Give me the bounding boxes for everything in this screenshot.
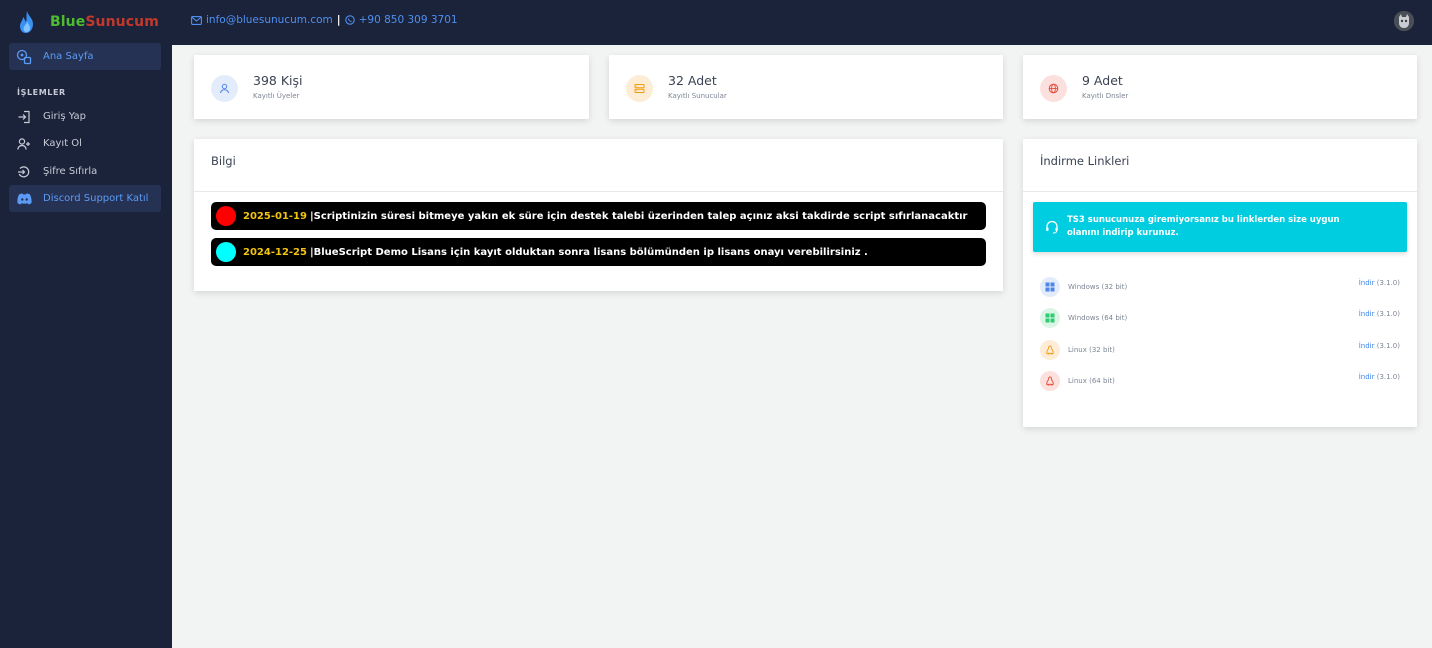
sidebar-item-label: Kayıt Ol xyxy=(43,138,82,149)
whatsapp-icon xyxy=(344,15,355,25)
notice-text: |BlueScript Demo Lisans için kayıt olduk… xyxy=(309,246,868,258)
stat-label: Kayıtlı Sunucular xyxy=(668,92,727,100)
sidebar-item-label: Giriş Yap xyxy=(43,111,87,122)
status-dot-red xyxy=(216,206,236,226)
notice-item: 2025-01-19 |Scriptinizin süresi bitmeye … xyxy=(211,202,986,230)
avatar-icon xyxy=(1394,11,1414,31)
email-link[interactable]: info@bluesunucum.com xyxy=(206,14,333,26)
download-version: (3.1.0) xyxy=(1376,373,1400,381)
stat-value: 32 Adet xyxy=(668,73,717,88)
windows-icon xyxy=(1040,308,1060,328)
headset-icon xyxy=(1046,220,1058,234)
stat-value: 398 Kişi xyxy=(253,73,303,88)
download-link[interactable]: İndir xyxy=(1359,373,1375,381)
info-card-title: Bilgi xyxy=(211,154,236,168)
downloads-card-title: İndirme Linkleri xyxy=(1040,154,1130,168)
card-divider xyxy=(1023,191,1417,192)
download-name: Linux (64 bit) xyxy=(1068,377,1115,385)
brand-name: BlueSunucum xyxy=(50,14,159,30)
linux-icon xyxy=(1040,340,1060,360)
user-avatar[interactable] xyxy=(1394,11,1414,31)
linux-icon xyxy=(1040,371,1060,391)
downloads-card: İndirme Linkleri TS3 sunucunuza giremiyo… xyxy=(1023,139,1417,427)
info-card: Bilgi 2025-01-19 |Scriptinizin süresi bi… xyxy=(194,139,1003,291)
notice-date: 2025-01-19 xyxy=(243,210,307,222)
download-version: (3.1.0) xyxy=(1376,279,1400,287)
stat-value: 9 Adet xyxy=(1082,73,1123,88)
user-plus-icon xyxy=(16,136,32,152)
globe-icon xyxy=(1040,75,1067,102)
notice-date: 2024-12-25 xyxy=(243,246,307,258)
download-version: (3.1.0) xyxy=(1376,342,1400,350)
flame-logo-icon xyxy=(20,11,33,33)
sidebar-item-register[interactable]: Kayıt Ol xyxy=(9,130,161,157)
email-icon xyxy=(191,15,202,25)
download-name: Windows (32 bit) xyxy=(1068,283,1128,291)
brand[interactable]: BlueSunucum xyxy=(16,8,159,36)
download-link[interactable]: İndir xyxy=(1359,279,1375,287)
download-row-windows-32: Windows (32 bit) İndir (3.1.0) xyxy=(1040,277,1400,299)
contact-info: info@bluesunucum.com | +90 850 309 3701 xyxy=(191,14,458,26)
sidebar-item-home[interactable]: Ana Sayfa xyxy=(9,43,161,70)
sidebar-item-label: Discord Support Katıl xyxy=(43,193,149,204)
sidebar-item-label: Şifre Sıfırla xyxy=(43,166,98,177)
stat-label: Kayıtlı Dnsler xyxy=(1082,92,1129,100)
download-row-linux-32: Linux (32 bit) İndir (3.1.0) xyxy=(1040,340,1400,362)
download-link-wrap: İndir (3.1.0) xyxy=(1359,279,1400,287)
sidebar-item-discord[interactable]: Discord Support Katıl xyxy=(9,185,161,212)
download-link-wrap: İndir (3.1.0) xyxy=(1359,373,1400,381)
home-icon xyxy=(16,49,32,65)
download-name: Linux (32 bit) xyxy=(1068,346,1115,354)
stat-card-servers: 32 Adet Kayıtlı Sunucular xyxy=(609,55,1003,119)
sidebar-item-login[interactable]: Giriş Yap xyxy=(9,103,161,130)
notice-text: |Scriptinizin süresi bitmeye yakın ek sü… xyxy=(309,210,968,222)
download-link[interactable]: İndir xyxy=(1359,342,1375,350)
stat-card-dns: 9 Adet Kayıtlı Dnsler xyxy=(1023,55,1417,119)
login-icon xyxy=(16,109,32,125)
download-version: (3.1.0) xyxy=(1376,310,1400,318)
windows-icon xyxy=(1040,277,1060,297)
download-row-windows-64: Windows (64 bit) İndir (3.1.0) xyxy=(1040,308,1400,330)
sidebar-item-label: Ana Sayfa xyxy=(43,51,94,62)
download-link-wrap: İndir (3.1.0) xyxy=(1359,342,1400,350)
card-divider xyxy=(194,191,1003,192)
sidebar: Ana Sayfa İŞLEMLER Giriş Yap Kayıt Ol Şi… xyxy=(0,43,172,648)
contact-separator: | xyxy=(336,14,341,26)
download-link[interactable]: İndir xyxy=(1359,310,1375,318)
download-link-wrap: İndir (3.1.0) xyxy=(1359,310,1400,318)
info-alert: TS3 sunucunuza giremiyorsanız bu linkler… xyxy=(1033,202,1407,252)
top-bar: BlueSunucum info@bluesunucum.com | +90 8… xyxy=(0,0,1432,45)
download-row-linux-64: Linux (64 bit) İndir (3.1.0) xyxy=(1040,371,1400,393)
phone-link[interactable]: +90 850 309 3701 xyxy=(359,14,458,26)
stat-label: Kayıtlı Üyeler xyxy=(253,92,300,100)
download-name: Windows (64 bit) xyxy=(1068,314,1128,322)
status-dot-cyan xyxy=(216,242,236,262)
notice-item: 2024-12-25 |BlueScript Demo Lisans için … xyxy=(211,238,986,266)
server-icon xyxy=(626,75,653,102)
alert-text: TS3 sunucunuza giremiyorsanız bu linkler… xyxy=(1067,215,1340,238)
sidebar-item-reset-password[interactable]: Şifre Sıfırla xyxy=(9,158,161,185)
user-icon xyxy=(211,75,238,102)
sidebar-section-title: İŞLEMLER xyxy=(17,88,66,97)
stat-card-members: 398 Kişi Kayıtlı Üyeler xyxy=(194,55,589,119)
discord-icon xyxy=(16,191,32,207)
reset-icon xyxy=(16,164,32,180)
